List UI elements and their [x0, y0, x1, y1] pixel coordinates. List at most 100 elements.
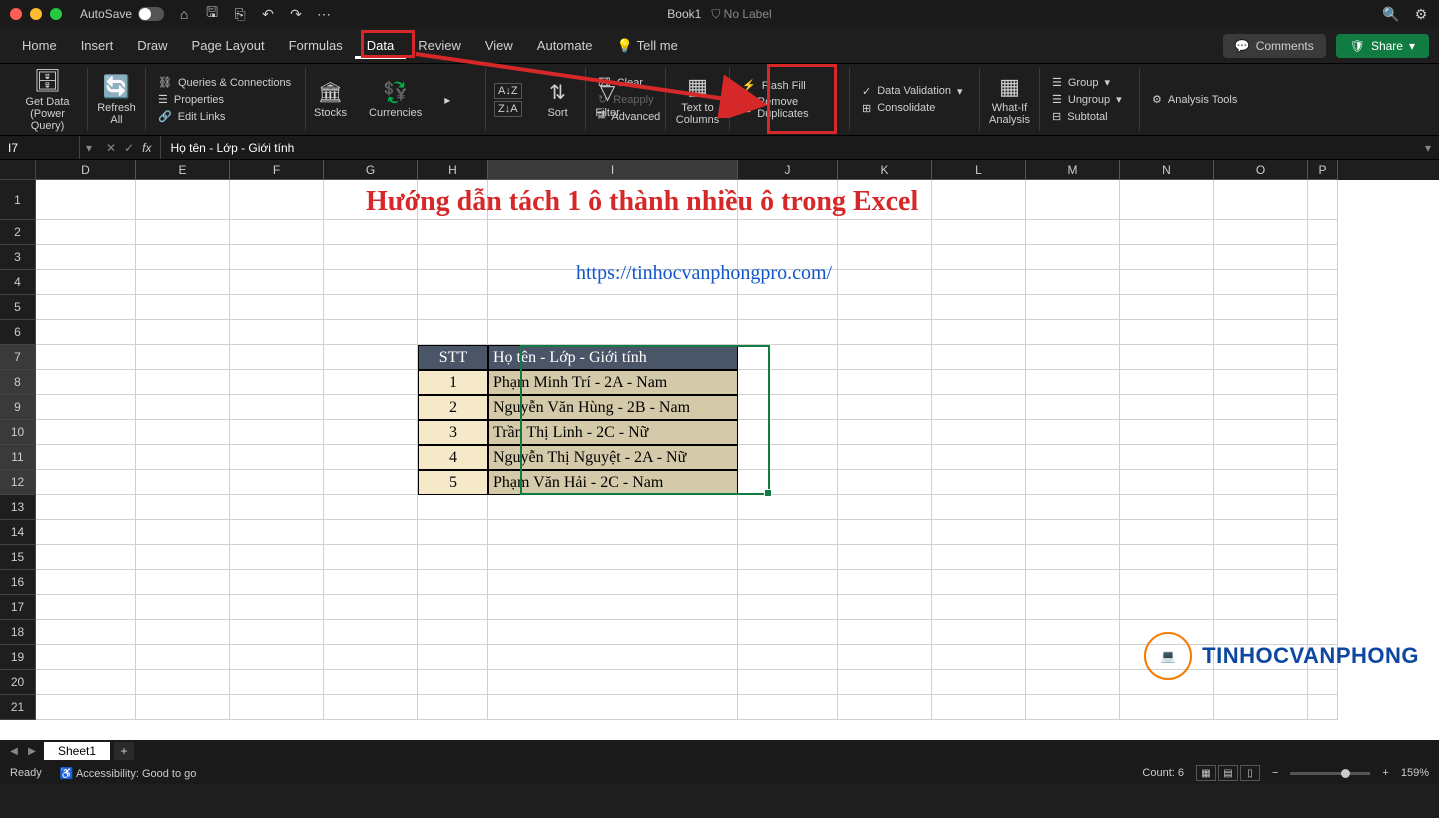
col-header[interactable]: L [932, 160, 1026, 180]
cell[interactable] [324, 645, 418, 670]
cell[interactable] [36, 420, 136, 445]
cell[interactable] [324, 420, 418, 445]
cell[interactable] [932, 270, 1026, 295]
cell[interactable] [1308, 520, 1338, 545]
cell[interactable] [1026, 295, 1120, 320]
view-normal-icon[interactable]: ▦ [1196, 765, 1216, 781]
cell[interactable] [136, 270, 230, 295]
cell[interactable] [932, 320, 1026, 345]
cell[interactable] [1120, 545, 1214, 570]
home-icon[interactable]: ⌂ [176, 6, 192, 22]
cell[interactable] [418, 695, 488, 720]
cell[interactable] [418, 220, 488, 245]
cell[interactable] [136, 570, 230, 595]
cell[interactable] [1214, 545, 1308, 570]
cell[interactable] [1026, 245, 1120, 270]
cell[interactable] [838, 470, 932, 495]
cell[interactable] [136, 245, 230, 270]
refresh-all-button[interactable]: 🔄 Refresh All [88, 68, 146, 131]
col-header[interactable]: E [136, 160, 230, 180]
tab-automate[interactable]: Automate [525, 32, 605, 59]
sort-az-za[interactable]: A↓Z Z↓A [494, 83, 522, 117]
comments-button[interactable]: 💬 Comments [1223, 34, 1326, 58]
cell[interactable] [738, 570, 838, 595]
cell[interactable] [1120, 470, 1214, 495]
row-header[interactable]: 18 [0, 620, 36, 645]
cell[interactable] [738, 370, 838, 395]
cell[interactable] [418, 245, 488, 270]
cell[interactable] [136, 595, 230, 620]
add-sheet-button[interactable]: + [114, 742, 134, 760]
cell[interactable] [1308, 245, 1338, 270]
cell[interactable] [838, 545, 932, 570]
row-header[interactable]: 12 [0, 470, 36, 495]
cell[interactable] [932, 645, 1026, 670]
row-header[interactable]: 16 [0, 570, 36, 595]
cell[interactable] [1120, 595, 1214, 620]
cell[interactable] [738, 495, 838, 520]
cell[interactable] [36, 520, 136, 545]
cell[interactable] [1214, 245, 1308, 270]
cell[interactable] [932, 695, 1026, 720]
name-box[interactable]: I7 [0, 136, 80, 159]
cell[interactable] [738, 695, 838, 720]
cell[interactable] [1026, 370, 1120, 395]
redo-icon[interactable]: ↷ [288, 6, 304, 22]
cell[interactable] [1214, 495, 1308, 520]
cell[interactable] [230, 180, 324, 220]
cell[interactable] [488, 495, 738, 520]
cell[interactable] [932, 545, 1026, 570]
cell[interactable] [36, 295, 136, 320]
save-icon[interactable]: 🖫 [204, 6, 220, 22]
cell[interactable] [838, 245, 932, 270]
cell[interactable] [932, 395, 1026, 420]
expand-formula-bar[interactable]: ▾ [1417, 141, 1439, 155]
cell[interactable] [932, 245, 1026, 270]
cell[interactable] [1214, 370, 1308, 395]
cell[interactable] [324, 370, 418, 395]
cell[interactable] [838, 695, 932, 720]
cell[interactable] [1120, 295, 1214, 320]
cell[interactable] [1214, 320, 1308, 345]
cell[interactable]: 3 [418, 420, 488, 445]
name-box-dropdown[interactable]: ▾ [80, 141, 98, 155]
accessibility-status[interactable]: ♿ Accessibility: Good to go [60, 767, 197, 780]
row-header[interactable]: 7 [0, 345, 36, 370]
col-header[interactable]: M [1026, 160, 1120, 180]
cell[interactable] [418, 570, 488, 595]
cell[interactable] [1214, 180, 1308, 220]
row-header[interactable]: 8 [0, 370, 36, 395]
minimize-window[interactable] [30, 8, 42, 20]
cell[interactable] [230, 645, 324, 670]
cell[interactable] [1214, 695, 1308, 720]
row-header[interactable]: 6 [0, 320, 36, 345]
cell[interactable] [738, 470, 838, 495]
cell[interactable] [230, 345, 324, 370]
cell[interactable] [488, 545, 738, 570]
sort-desc-icon[interactable]: Z↓A [494, 101, 522, 117]
cell[interactable] [1026, 220, 1120, 245]
save-as-icon[interactable]: ⎘ [232, 6, 248, 22]
cell[interactable] [230, 620, 324, 645]
cell[interactable] [932, 295, 1026, 320]
stocks-button[interactable]: 🏛Stocks [314, 81, 347, 119]
cell[interactable] [1120, 445, 1214, 470]
data-validation-button[interactable]: ✓ Data Validation ▾ [858, 83, 971, 100]
cell[interactable] [230, 670, 324, 695]
cell[interactable] [1308, 420, 1338, 445]
col-header[interactable]: G [324, 160, 418, 180]
cell[interactable] [488, 570, 738, 595]
settings-icon[interactable]: ⚙ [1413, 6, 1429, 22]
cell[interactable] [324, 520, 418, 545]
cell[interactable] [1120, 395, 1214, 420]
cell[interactable] [418, 320, 488, 345]
cell[interactable] [1026, 545, 1120, 570]
cell[interactable] [932, 520, 1026, 545]
consolidate-button[interactable]: ⊞ Consolidate [858, 100, 971, 117]
col-header[interactable]: J [738, 160, 838, 180]
row-header[interactable]: 14 [0, 520, 36, 545]
cell[interactable] [738, 345, 838, 370]
tab-page-layout[interactable]: Page Layout [180, 32, 277, 59]
cell[interactable] [1214, 295, 1308, 320]
maximize-window[interactable] [50, 8, 62, 20]
